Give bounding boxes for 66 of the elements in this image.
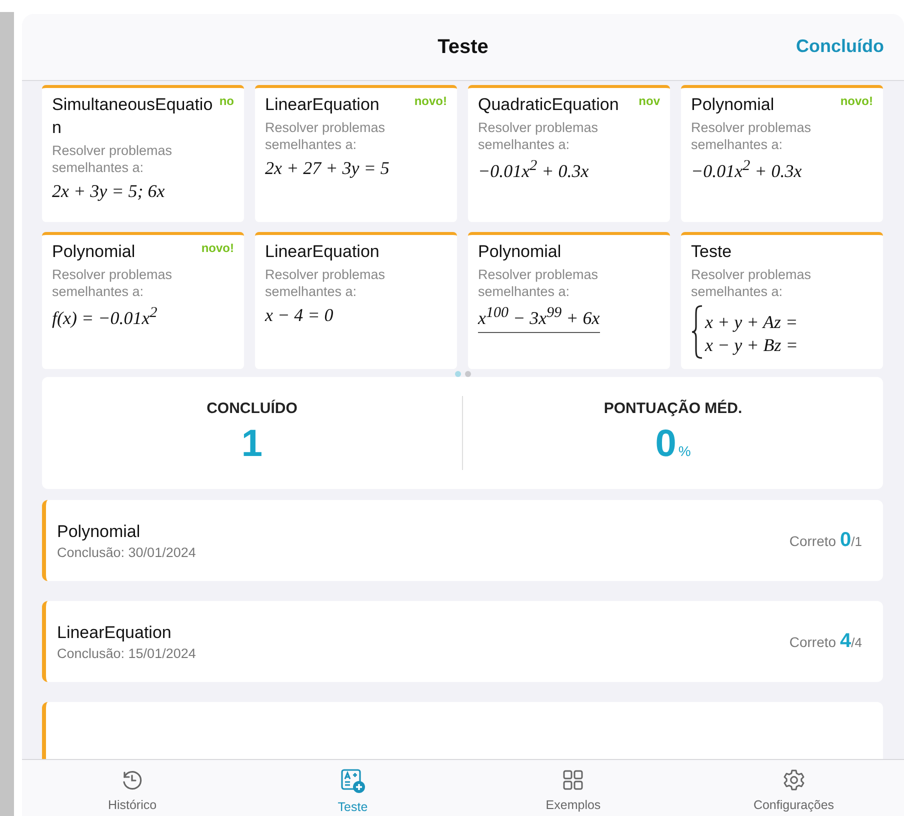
settings-icon <box>782 768 806 792</box>
tab[interactable]: Configurações <box>684 760 904 816</box>
new-label: novo! <box>840 94 873 108</box>
new-label: no <box>219 94 234 108</box>
formula: 2x + 3y = 5; 6x <box>52 180 165 202</box>
card-subtitle: Resolver problemas semelhantes a: <box>691 120 812 154</box>
formula: x − y + Bz = <box>705 334 798 358</box>
tab[interactable]: Exemplos <box>463 760 684 816</box>
total-count: /4 <box>851 635 862 650</box>
card-title: Teste <box>691 241 733 263</box>
formula: x$^{100}$ − 3x$^{99}$ + 6x <box>478 304 600 333</box>
formula: x + y + Az = <box>705 310 798 334</box>
correct-count: 4 <box>840 630 852 653</box>
card-title: Polynomial <box>52 241 136 263</box>
formula: x − 4 = 0 <box>265 304 334 326</box>
history-title: Polynomial <box>57 522 142 542</box>
stat-label: PONTUAÇÃO MÉD. <box>604 400 742 417</box>
history-card[interactable] <box>42 702 883 759</box>
problem-card[interactable]: Polynomial novo! Resolver problemas semelhantes a: f(x) = −0.01x$^{2}$ <box>42 232 244 369</box>
card-title: LinearEquation <box>265 94 380 116</box>
formula: f(x) = −0.01x$^{2}$ <box>52 304 158 329</box>
page-dot[interactable] <box>464 371 470 377</box>
formula: −0.01x$^{2}$ + 0.3x <box>691 158 802 182</box>
test-add-icon <box>340 768 366 794</box>
history-date: Conclusão: 30/01/2024 <box>57 544 196 560</box>
card-title: QuadraticEquation <box>478 94 620 116</box>
card-subtitle: Resolver problemas semelhantes a: <box>478 266 600 301</box>
problem-card[interactable]: LinearEquation novo! Resolver problemas semelhantes a: 2x + 27 + 3y = 5 <box>255 85 457 222</box>
history-card[interactable]: LinearEquation Conclusão: 15/01/2024 Correto 4/4 <box>42 601 883 682</box>
history-date: Conclusão: 15/01/2024 <box>57 646 196 660</box>
card-title: LinearEquation <box>265 241 380 263</box>
stat-value: 0 <box>655 423 676 466</box>
problem-card[interactable]: QuadraticEquation nov Resolver problemas semelhantes a: −0.01x$^{2}$ + 0.3x <box>468 85 670 222</box>
screen-title: Teste <box>438 36 488 58</box>
card-title: Polynomial <box>478 241 562 263</box>
history-title: LinearEquation <box>57 622 172 642</box>
tab[interactable]: Histórico <box>22 760 242 816</box>
problem-card[interactable]: Polynomial Resolver problemas semelhantes a: x$^{100}$ − 3x$^{99}$ + 6x <box>468 232 670 369</box>
grid-icon <box>561 768 586 792</box>
formula: 2x + 27 + 3y = 5 <box>265 158 390 179</box>
card-title: Polynomial <box>691 94 776 116</box>
card-subtitle: Resolver problemas semelhantes a: <box>52 142 174 177</box>
problem-card[interactable]: SimultaneousEquation no Resolver problemas semelhantes a: 2x + 3y = 5; 6x <box>42 85 244 222</box>
correct-count: 0 <box>840 529 852 552</box>
problem-card[interactable]: Polynomial novo! Resolver problemas semelhantes a: −0.01x$^{2}$ + 0.3x <box>681 85 883 222</box>
card-subtitle: Resolver problemas semelhantes a: <box>265 266 386 301</box>
stat-unit: % <box>678 443 691 459</box>
card-title: SimultaneousEquation <box>52 94 214 139</box>
stat-value: 1 <box>241 423 263 466</box>
result-label: Correto <box>789 634 836 650</box>
card-subtitle: Resolver problemas semelhantes a: <box>691 266 812 301</box>
result-label: Correto <box>789 533 836 549</box>
page-dot[interactable] <box>454 371 460 377</box>
total-count: /1 <box>851 534 862 549</box>
history-card[interactable]: Polynomial Conclusão: 30/01/2024 Correto 0/1 <box>42 500 883 581</box>
new-label: novo! <box>201 241 234 255</box>
card-subtitle: Resolver problemas semelhantes a: <box>52 266 174 301</box>
history-icon <box>120 768 144 792</box>
card-subtitle: Resolver problemas semelhantes a: <box>478 120 600 154</box>
problem-card[interactable]: LinearEquation Resolver problemas semelhantes a: x − 4 = 0 <box>255 232 457 369</box>
formula: −0.01x$^{2}$ + 0.3x <box>478 158 589 182</box>
card-subtitle: Resolver problemas semelhantes a: <box>265 120 386 154</box>
problem-card[interactable]: Teste Resolver problemas semelhantes a: x + y + Az = x − y + Bz = <box>681 232 883 369</box>
new-label: nov <box>638 94 660 108</box>
new-label: novo! <box>414 94 447 108</box>
stat-label: CONCLUÍDO <box>206 400 298 417</box>
